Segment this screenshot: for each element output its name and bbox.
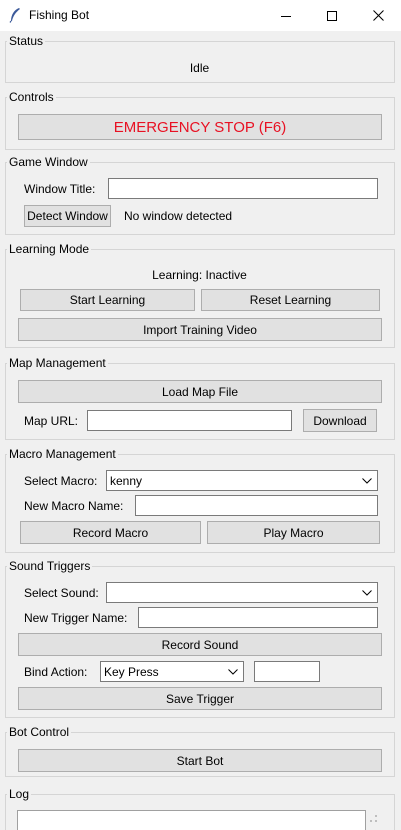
feather-icon (9, 8, 20, 23)
play-macro-button[interactable]: Play Macro (207, 521, 380, 544)
title-bar: Fishing Bot (0, 0, 401, 31)
window-title-label: Window Title: (24, 182, 96, 196)
select-sound-label: Select Sound: (24, 586, 99, 600)
chevron-down-icon (228, 668, 238, 675)
bind-action-label: Bind Action: (24, 665, 88, 679)
import-training-video-button[interactable]: Import Training Video (18, 318, 382, 341)
load-map-file-button[interactable]: Load Map File (18, 380, 382, 403)
new-macro-name-input[interactable] (135, 495, 378, 516)
macro-select-value: kenny (110, 473, 143, 488)
close-button[interactable] (355, 0, 401, 31)
minimize-button[interactable] (263, 0, 309, 31)
status-text: Idle (189, 61, 210, 75)
new-macro-name-label: New Macro Name: (24, 499, 124, 513)
log-group-label: Log (7, 787, 32, 801)
sound-triggers-group-label: Sound Triggers (7, 559, 93, 573)
chevron-down-icon (362, 477, 372, 484)
resize-grip-icon[interactable] (369, 812, 379, 824)
record-macro-button[interactable]: Record Macro (20, 521, 201, 544)
bot-control-group-label: Bot Control (7, 725, 72, 739)
controls-group-label: Controls (7, 90, 56, 104)
select-macro-label: Select Macro: (24, 474, 98, 488)
detect-status-text: No window detected (124, 209, 233, 223)
window-title: Fishing Bot (29, 8, 90, 22)
map-group-label: Map Management (7, 356, 108, 370)
game-window-group-label: Game Window (7, 155, 90, 169)
emergency-stop-button[interactable]: EMERGENCY STOP (F6) (18, 114, 382, 140)
reset-learning-button[interactable]: Reset Learning (201, 289, 380, 311)
detect-window-button[interactable]: Detect Window (24, 205, 111, 227)
learning-group-label: Learning Mode (7, 242, 92, 256)
maximize-button[interactable] (309, 0, 355, 31)
bind-action-select[interactable]: Key Press (100, 661, 244, 682)
map-url-input[interactable] (87, 410, 292, 431)
map-url-label: Map URL: (24, 414, 79, 428)
save-trigger-button[interactable]: Save Trigger (18, 687, 382, 710)
minimize-icon (281, 15, 291, 17)
macro-group-label: Macro Management (7, 447, 118, 461)
bind-action-value: Key Press (104, 664, 159, 679)
macro-select[interactable]: kenny (106, 470, 378, 491)
download-button[interactable]: Download (303, 409, 377, 432)
bind-key-input[interactable] (254, 661, 320, 682)
start-bot-button[interactable]: Start Bot (18, 749, 382, 772)
status-group-label: Status (7, 34, 46, 48)
record-sound-button[interactable]: Record Sound (18, 633, 382, 656)
window-title-input[interactable] (108, 178, 378, 199)
learning-status-text: Learning: Inactive (152, 268, 247, 282)
sound-select[interactable] (106, 582, 378, 603)
new-trigger-name-input[interactable] (138, 607, 378, 628)
maximize-icon (327, 10, 337, 21)
chevron-down-icon (362, 589, 372, 596)
close-icon (372, 10, 384, 21)
log-text-area[interactable] (17, 810, 366, 830)
new-trigger-name-label: New Trigger Name: (24, 611, 128, 625)
start-learning-button[interactable]: Start Learning (20, 289, 195, 311)
